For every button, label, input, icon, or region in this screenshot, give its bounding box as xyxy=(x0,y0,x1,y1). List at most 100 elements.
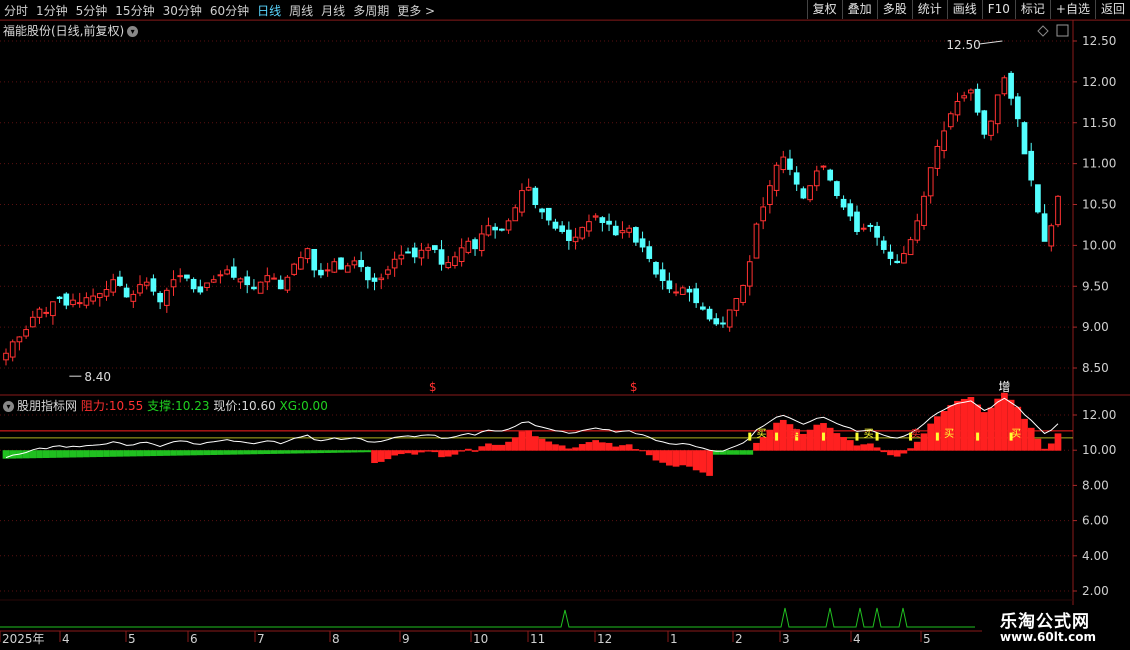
candle-body xyxy=(586,221,592,232)
candle-body xyxy=(103,289,110,297)
candle-body xyxy=(619,230,626,234)
candle-body xyxy=(720,322,726,325)
signal-tick xyxy=(976,432,980,441)
candle-body xyxy=(1001,77,1008,95)
candle-body xyxy=(96,293,103,299)
kline-chart[interactable]: 12.5012.0011.5011.0010.5010.009.509.008.… xyxy=(0,0,1130,650)
histogram-bar xyxy=(612,446,620,451)
histogram-bar xyxy=(297,450,305,454)
signal-tick xyxy=(875,432,879,441)
histogram-bar xyxy=(129,450,137,457)
histogram-bar xyxy=(733,450,740,455)
time-tick-label: 9 xyxy=(402,632,410,646)
histogram-bar xyxy=(243,450,251,455)
histogram-bar xyxy=(873,447,881,451)
candle-body xyxy=(499,228,505,231)
histogram-bar xyxy=(223,450,231,455)
histogram-bar xyxy=(196,450,204,456)
histogram-bar xyxy=(974,404,981,451)
candle-body xyxy=(760,206,767,222)
histogram-bar xyxy=(538,438,546,451)
histogram-bar xyxy=(384,450,392,460)
xg-value: 0.00 xyxy=(301,399,328,413)
window-icon xyxy=(1056,24,1069,37)
histogram-bar xyxy=(438,450,445,458)
candle-body xyxy=(901,253,907,264)
candle-body xyxy=(197,286,204,293)
histogram-bar xyxy=(458,450,465,452)
signal-label: 买 xyxy=(1011,428,1021,440)
histogram-bar xyxy=(56,450,63,458)
histogram-bar xyxy=(357,450,365,453)
histogram-bar xyxy=(371,450,378,464)
histogram-bar xyxy=(42,450,50,458)
candle-body xyxy=(378,277,385,281)
candle-body xyxy=(914,220,921,241)
chevron-down-icon[interactable]: ▾ xyxy=(3,401,14,412)
candle-body xyxy=(592,215,599,218)
candle-body xyxy=(820,165,827,168)
histogram-bar xyxy=(746,450,754,455)
histogram-bar xyxy=(706,450,713,476)
histogram-bar xyxy=(585,442,593,451)
candle-body xyxy=(244,276,251,286)
candle-body xyxy=(465,240,472,253)
candle-body xyxy=(887,251,894,259)
histogram-bar xyxy=(893,450,901,457)
histogram-bar xyxy=(679,450,687,466)
candle-body xyxy=(56,296,63,300)
histogram-bar xyxy=(76,450,84,458)
histogram-bar xyxy=(451,450,459,455)
histogram-bar xyxy=(330,450,338,453)
watermark: 乐淘公式网 www.60lt.com xyxy=(982,605,1130,650)
histogram-bar xyxy=(840,437,847,451)
candle-body xyxy=(324,269,331,272)
histogram-bar xyxy=(1027,427,1035,451)
indicator-name[interactable]: 股朋指标网 xyxy=(17,399,77,413)
candle-body xyxy=(1008,72,1014,99)
candle-body xyxy=(1035,184,1041,213)
candle-body xyxy=(525,186,532,191)
histogram-bar xyxy=(170,450,177,456)
candle-body xyxy=(572,236,579,243)
candle-body xyxy=(29,316,36,328)
histogram-bar xyxy=(263,450,271,455)
event-mark: $ xyxy=(630,380,638,394)
histogram-bar xyxy=(498,444,506,451)
candle-body xyxy=(304,248,311,260)
candle-body xyxy=(143,281,150,286)
indicator-tick-label: 10.00 xyxy=(1082,443,1116,457)
histogram-bar xyxy=(257,450,264,455)
candle-body xyxy=(177,275,184,278)
high-marker-arrow xyxy=(979,40,1003,45)
histogram-bar xyxy=(632,449,640,451)
histogram-bar xyxy=(947,405,955,451)
candle-body xyxy=(686,288,693,293)
candle-body xyxy=(666,280,673,290)
histogram-bar xyxy=(867,443,874,451)
histogram-bar xyxy=(666,450,673,466)
histogram-bar xyxy=(96,450,104,458)
signal-label: 买 xyxy=(864,428,874,440)
candle-body xyxy=(418,249,425,259)
candle-body xyxy=(947,113,954,128)
candle-body xyxy=(117,276,123,286)
histogram-bar xyxy=(880,450,888,453)
candle-body xyxy=(170,279,177,288)
time-tick-label: 6 xyxy=(190,632,198,646)
histogram-bar xyxy=(826,427,834,451)
candle-body xyxy=(988,120,994,136)
candle-body xyxy=(277,279,284,290)
candle-body xyxy=(646,246,653,259)
candle-body xyxy=(793,172,800,185)
candle-body xyxy=(472,239,478,250)
histogram-bar xyxy=(511,437,519,451)
candle-body xyxy=(612,225,619,236)
time-tick-label: 2025年 xyxy=(2,632,45,646)
histogram-bar xyxy=(565,448,573,451)
candle-body xyxy=(83,297,90,306)
histogram-bar xyxy=(304,450,311,454)
resistance-value: 10.55 xyxy=(108,399,144,413)
candle-body xyxy=(411,247,418,258)
histogram-bar xyxy=(954,400,961,451)
